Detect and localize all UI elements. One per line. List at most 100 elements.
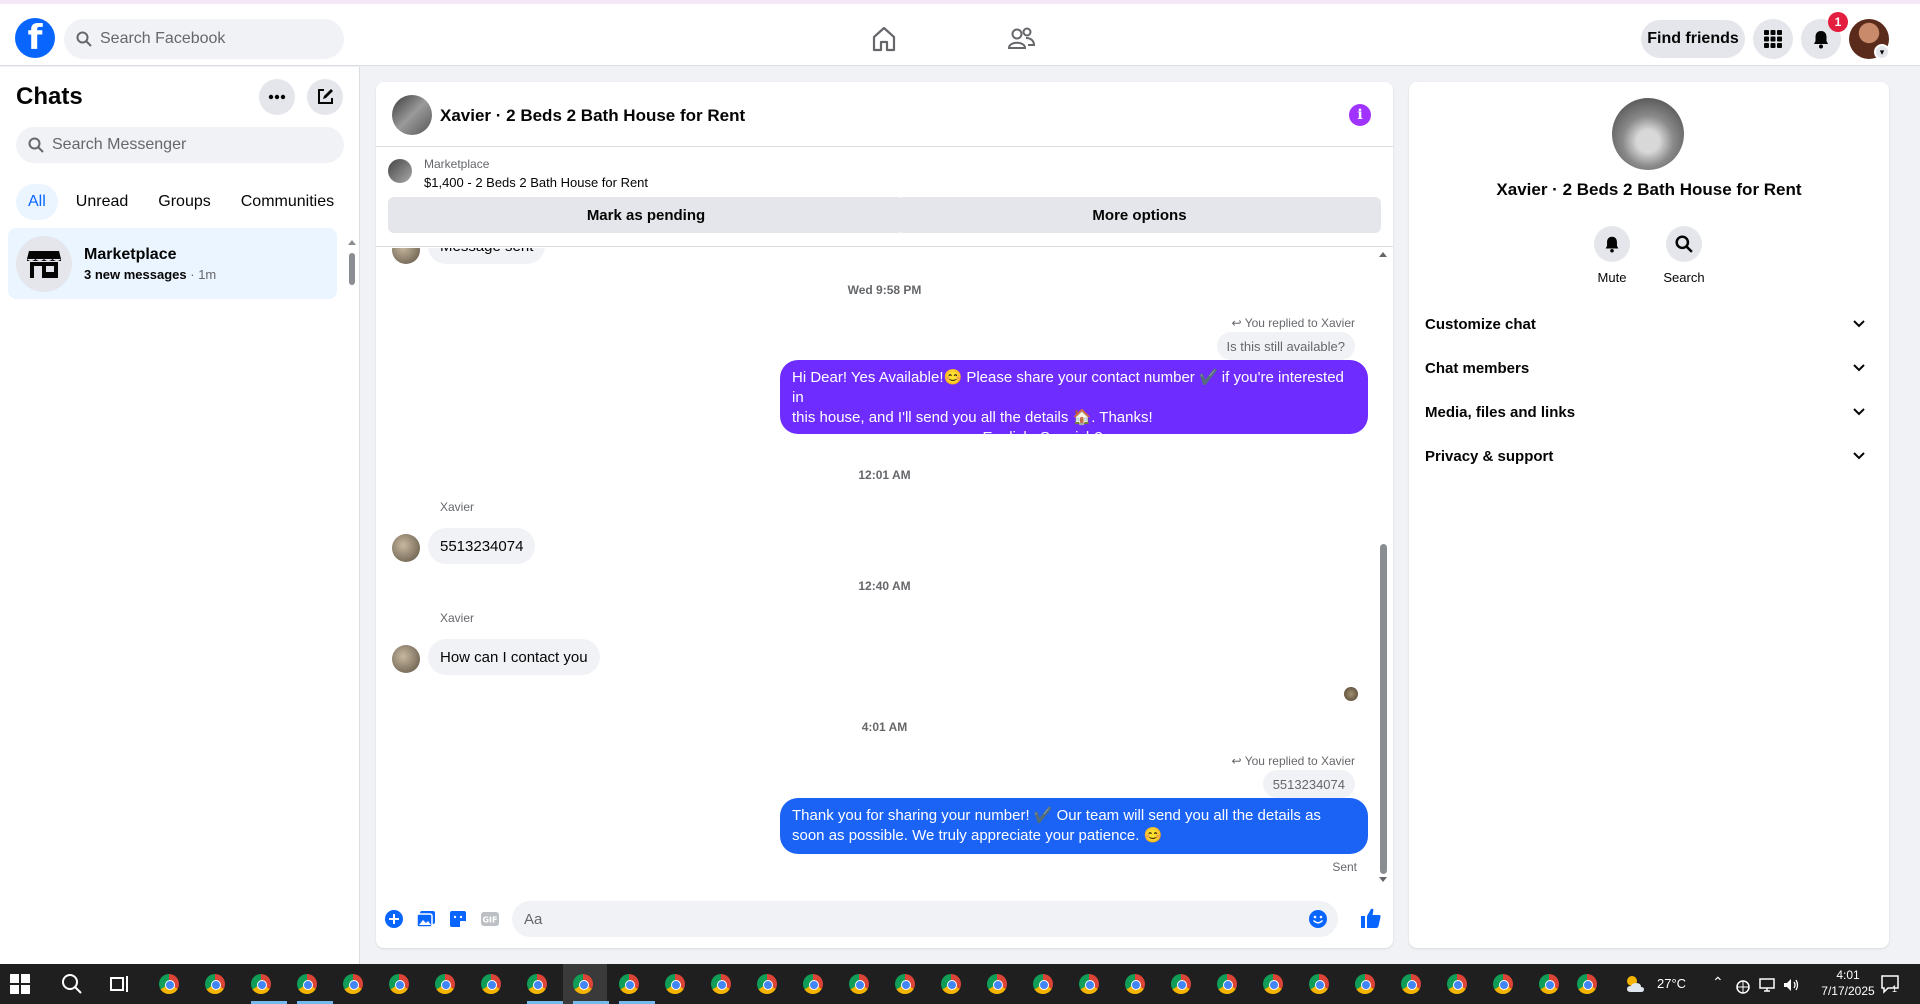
conversation-avatar[interactable] [392,95,432,135]
friends-icon[interactable] [1006,24,1036,54]
clock-time[interactable]: 4:01 [1818,968,1878,982]
menu-button[interactable] [1753,19,1793,59]
media-files-links-section[interactable]: Media, files and links [1425,390,1873,434]
chrome-icon[interactable] [803,974,823,994]
chrome-icon[interactable] [435,974,455,994]
privacy-support-section[interactable]: Privacy & support [1425,434,1873,478]
chrome-icon[interactable] [1171,974,1191,994]
compose-icon [318,89,333,104]
chrome-icon[interactable] [1539,974,1559,994]
chrome-icon[interactable] [205,974,225,994]
filter-all[interactable]: All [16,184,58,220]
chat-info-title: Xavier · 2 Beds 2 Bath House for Rent [1496,180,1802,199]
more-options-button[interactable]: More options [898,197,1381,233]
conversation-panel: Xavier · 2 Beds 2 Bath House for Rent i … [376,82,1393,948]
notification-badge: 1 [1828,12,1848,32]
search-icon[interactable] [60,972,84,996]
chat-info-avatar[interactable] [1612,98,1684,170]
chrome-icon[interactable] [481,974,501,994]
chrome-icon[interactable] [1079,974,1099,994]
filter-communities[interactable]: Communities [229,184,346,220]
chrome-icon[interactable] [251,974,271,994]
chat-filters: All Unread Groups Communities [16,184,346,220]
chrome-icon[interactable] [987,974,1007,994]
emoji-icon[interactable] [1308,909,1328,929]
sidebar-scrollbar[interactable] [348,239,356,289]
chat-members-section[interactable]: Chat members [1425,346,1873,390]
chrome-icon[interactable] [159,974,179,994]
chrome-icon[interactable] [1033,974,1053,994]
messenger-search[interactable] [16,127,344,163]
chrome-icon[interactable] [895,974,915,994]
chat-item-marketplace[interactable]: Marketplace 3 new messages · 1m [8,228,337,299]
chevron-up-icon[interactable]: ⌃ [1712,974,1724,991]
mute-button[interactable]: Mute [1577,226,1647,285]
volume-icon[interactable] [1782,976,1800,994]
chrome-icon[interactable] [297,974,317,994]
chrome-icon[interactable] [527,974,547,994]
listing-thumbnail[interactable] [388,159,412,183]
gif-icon[interactable]: GIF [480,909,500,929]
avatar [392,645,420,673]
chrome-icon[interactable] [849,974,869,994]
avatar [392,248,420,264]
info-icon[interactable]: i [1349,104,1371,126]
chrome-icon[interactable] [711,974,731,994]
marketplace-label: Marketplace [424,157,490,171]
chrome-icon[interactable] [665,974,685,994]
facebook-logo[interactable]: f [15,18,55,58]
chat-options-button[interactable] [259,79,295,115]
facebook-search[interactable] [64,19,344,59]
chrome-icon[interactable] [573,974,593,994]
message-input-box[interactable] [512,901,1338,937]
top-navigation-bar: f Find friends 1 ▾ [0,0,1920,66]
display-icon[interactable] [1758,976,1776,994]
weather-icon[interactable] [1623,972,1647,996]
home-icon[interactable] [869,24,899,54]
chrome-icon[interactable] [941,974,961,994]
listing-title[interactable]: $1,400 - 2 Beds 2 Bath House for Rent [424,175,648,190]
chrome-icon[interactable] [1355,974,1375,994]
like-icon[interactable] [1360,907,1382,929]
photo-icon[interactable] [416,909,436,929]
bell-icon [1814,31,1828,49]
chrome-icon[interactable] [619,974,639,994]
chrome-icon[interactable] [389,974,409,994]
sticker-icon[interactable] [448,909,468,929]
conversation-title[interactable]: Xavier · 2 Beds 2 Bath House for Rent [440,106,745,126]
quoted-message[interactable]: 5513234074 [1262,770,1355,798]
new-message-button[interactable] [307,79,343,115]
chrome-icon[interactable] [1577,974,1597,994]
customize-chat-section[interactable]: Customize chat [1425,302,1873,346]
search-in-chat-button[interactable]: Search [1649,226,1719,285]
messenger-search-input[interactable] [52,136,272,154]
scrollbar-thumb[interactable] [1380,544,1387,874]
temperature[interactable]: 27°C [1657,976,1686,991]
chrome-icon[interactable] [1309,974,1329,994]
message-input[interactable] [524,910,1284,928]
chrome-icon[interactable] [1493,974,1513,994]
windows-start-icon[interactable] [10,974,30,994]
plus-icon[interactable] [384,909,404,929]
chrome-icon[interactable] [757,974,777,994]
chrome-icon[interactable] [1401,974,1421,994]
chrome-icon[interactable] [1217,974,1237,994]
find-friends-button[interactable]: Find friends [1641,20,1745,58]
chevron-down-icon[interactable]: ▾ [1874,44,1890,60]
message-composer: GIF [376,888,1393,948]
filter-unread[interactable]: Unread [64,184,140,220]
chats-title: Chats [16,83,83,110]
sender-name: Xavier [440,611,475,625]
filter-groups[interactable]: Groups [146,184,222,220]
chrome-icon[interactable] [1447,974,1467,994]
facebook-search-input[interactable] [100,30,320,48]
clock-date[interactable]: 7/17/2025 [1812,984,1884,998]
svg-text:GIF: GIF [482,916,497,925]
chrome-icon[interactable] [343,974,363,994]
quoted-message[interactable]: Is this still available? [1216,332,1355,360]
network-icon[interactable] [1734,976,1752,994]
mark-pending-button[interactable]: Mark as pending [388,197,904,233]
chrome-icon[interactable] [1263,974,1283,994]
chrome-icon[interactable] [1125,974,1145,994]
task-view-icon[interactable] [108,972,132,996]
